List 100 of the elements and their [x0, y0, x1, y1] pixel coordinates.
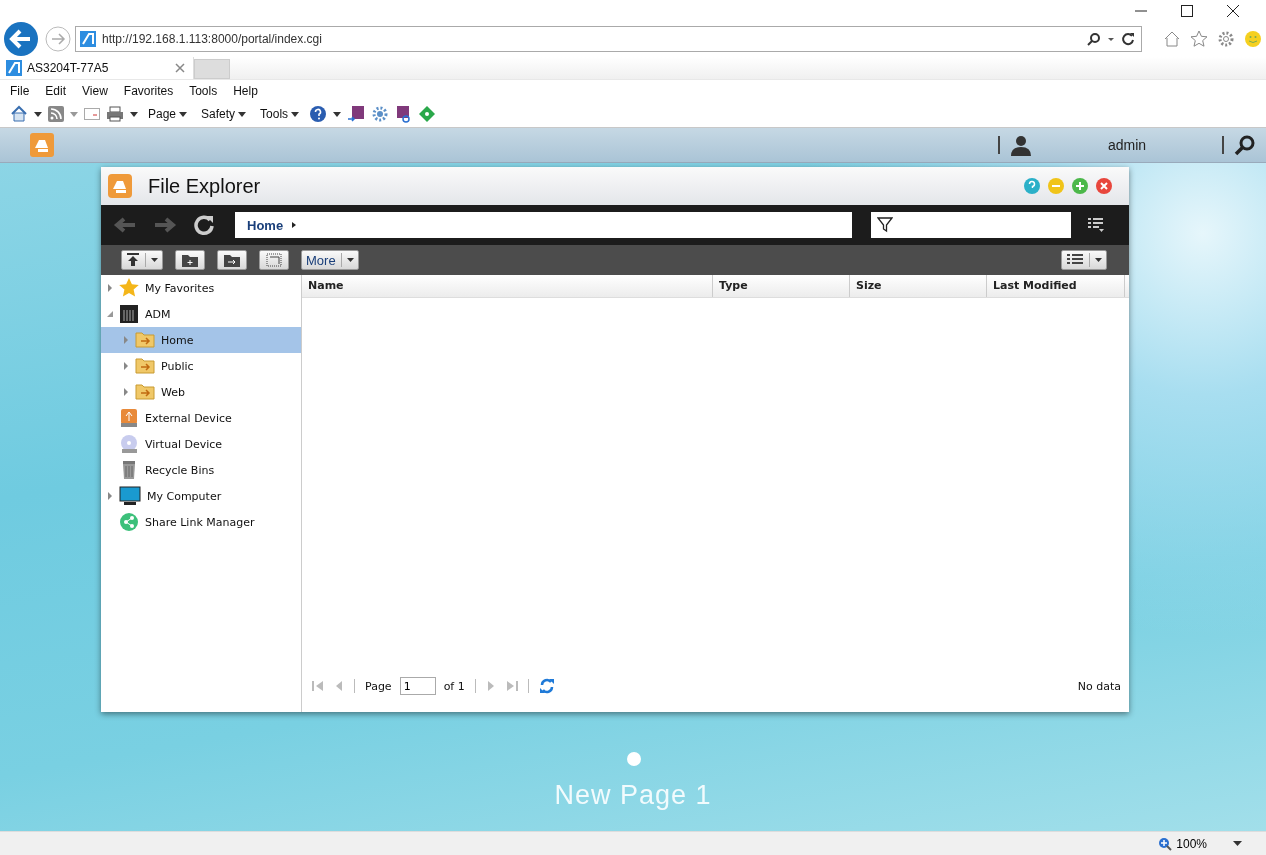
expand-arrow-icon[interactable] [107, 284, 113, 292]
caret-icon[interactable] [291, 221, 298, 229]
refresh-icon[interactable] [1121, 32, 1135, 47]
forward-icon[interactable] [153, 216, 177, 234]
caret-icon [151, 257, 158, 263]
tree-item[interactable]: Virtual Device [101, 431, 301, 457]
monitor-icon [119, 486, 141, 506]
caret-icon [179, 110, 188, 119]
tree-item[interactable]: My Favorites [101, 275, 301, 301]
column-header[interactable]: Name [302, 275, 713, 297]
share-icon [119, 512, 139, 532]
user-icon[interactable] [1010, 134, 1032, 156]
diamond-icon[interactable] [419, 106, 436, 123]
tree-item[interactable]: Home [101, 327, 301, 353]
tree-item[interactable]: Public [101, 353, 301, 379]
back-icon[interactable] [113, 216, 137, 234]
help-icon[interactable] [309, 105, 328, 124]
star-icon[interactable] [1190, 30, 1208, 49]
caret-icon[interactable] [34, 110, 42, 119]
column-header[interactable]: Last Modified [987, 275, 1125, 297]
page-indicator-dot[interactable] [627, 752, 641, 766]
user-name[interactable]: admin [1042, 137, 1212, 153]
menu-item[interactable]: View [82, 84, 108, 99]
breadcrumb-item[interactable]: Home [247, 217, 284, 233]
list-options-icon[interactable] [1087, 217, 1105, 233]
site-icon [80, 31, 96, 48]
filter-icon [877, 217, 893, 233]
search-icon[interactable] [1234, 134, 1256, 156]
tree-item[interactable]: External Device [101, 405, 301, 431]
smiley-icon[interactable] [1244, 30, 1262, 49]
more-button[interactable]: More [301, 250, 359, 270]
page-number-field[interactable]: 1 [399, 677, 436, 695]
tree-item[interactable]: Web [101, 379, 301, 405]
gear-icon[interactable] [371, 105, 390, 124]
menu-item[interactable]: Favorites [123, 84, 174, 99]
site-icon [6, 60, 22, 77]
notebook-icon[interactable] [347, 105, 366, 124]
menu-item[interactable]: File [10, 84, 30, 99]
settings-icon[interactable] [1217, 30, 1235, 49]
column-header[interactable]: Size [850, 275, 987, 297]
drive-icon [119, 408, 139, 428]
page-count: of 1 [443, 679, 465, 693]
search-icon[interactable] [1087, 32, 1101, 47]
upload-icon [126, 253, 140, 267]
mail-icon[interactable] [84, 108, 100, 121]
folder-arrow-icon [223, 253, 241, 267]
expand-arrow-icon[interactable] [123, 362, 129, 370]
expand-arrow-icon[interactable] [107, 492, 113, 500]
page-label: Page [365, 679, 392, 693]
server-icon [119, 304, 139, 324]
view-mode-button[interactable] [1061, 250, 1107, 270]
expand-arrow-icon[interactable] [123, 388, 129, 396]
command-menu[interactable]: Safety [201, 107, 247, 122]
home-icon[interactable] [1163, 30, 1181, 49]
upload-button[interactable] [121, 250, 163, 270]
menu-item[interactable]: Tools [189, 84, 218, 99]
forward-icon[interactable] [45, 26, 71, 53]
status-text: No data [1077, 679, 1121, 693]
folder-icon [135, 358, 155, 374]
caret-icon [346, 257, 354, 263]
move-folder-button[interactable] [217, 250, 247, 270]
filter-field[interactable] [871, 212, 1071, 238]
feed-icon[interactable] [48, 106, 64, 123]
menu-item[interactable]: Help [233, 84, 258, 99]
app-icon [108, 174, 132, 198]
last-page-icon[interactable] [505, 680, 518, 692]
folder-icon [135, 384, 155, 400]
folder-icon [135, 332, 155, 348]
tree-item[interactable]: ADM [101, 301, 301, 327]
column-header[interactable]: Type [713, 275, 850, 297]
new-folder-button[interactable] [175, 250, 205, 270]
address-bar[interactable]: http://192.168.1.113:8000/portal/index.cgi [75, 26, 1142, 53]
collapse-arrow-icon[interactable] [107, 311, 113, 317]
selection-icon [266, 253, 282, 267]
tree-item[interactable]: Recycle Bins [101, 457, 301, 483]
zoom-icon[interactable] [1158, 836, 1173, 851]
expand-arrow-icon[interactable] [123, 336, 129, 344]
print-icon[interactable] [106, 106, 124, 123]
back-icon[interactable] [3, 21, 39, 58]
first-page-icon[interactable] [312, 680, 324, 692]
star-icon [119, 278, 139, 298]
caret-icon [238, 110, 247, 119]
breadcrumb-bar[interactable]: Home [235, 212, 852, 238]
tree-item[interactable]: Share Link Manager [101, 509, 301, 535]
command-menu[interactable]: Page [148, 107, 188, 122]
new-folder-icon [181, 253, 199, 267]
caret-icon[interactable] [130, 110, 138, 119]
previous-page-icon[interactable] [334, 680, 344, 692]
caret-icon[interactable] [333, 110, 342, 119]
home-icon[interactable] [10, 105, 28, 124]
tree-item[interactable]: My Computer [101, 483, 301, 509]
select-all-button[interactable] [259, 250, 289, 270]
zoom-level[interactable]: 100% [1176, 836, 1207, 851]
caret-icon[interactable] [1233, 840, 1242, 847]
next-page-icon[interactable] [485, 680, 496, 692]
app-icon[interactable] [30, 133, 54, 157]
caret-icon [291, 110, 300, 119]
browser-tab[interactable]: AS3204T-77A5 [0, 57, 194, 80]
menu-item[interactable]: Edit [45, 84, 67, 99]
command-menu[interactable]: Tools [260, 107, 300, 122]
